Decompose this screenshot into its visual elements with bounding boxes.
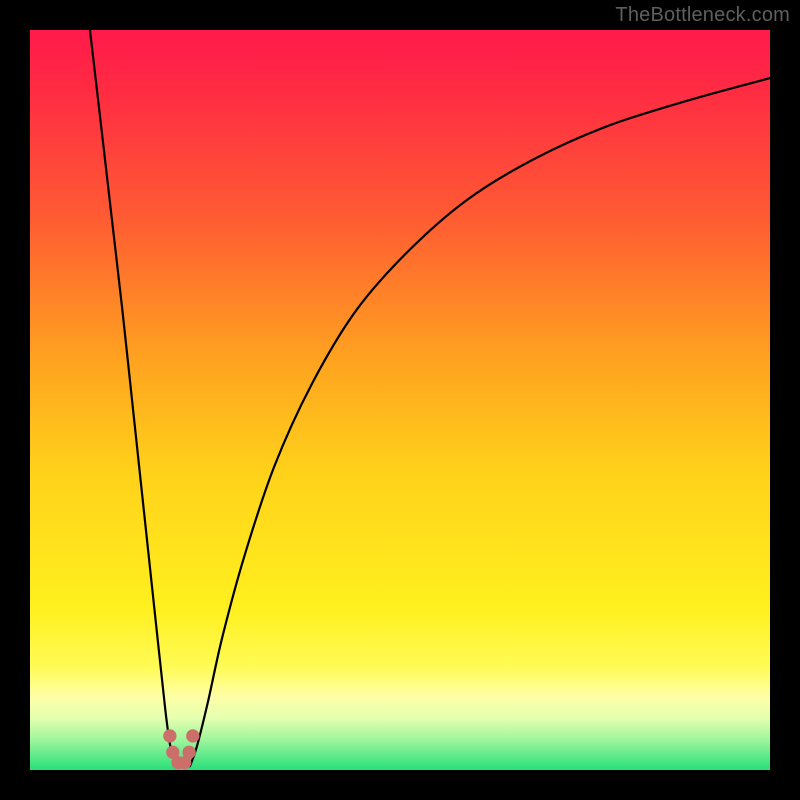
plot-background (30, 30, 770, 770)
valley-marker (186, 729, 199, 742)
chart-plot (30, 30, 770, 770)
valley-marker (163, 729, 176, 742)
watermark-text: TheBottleneck.com (615, 4, 790, 27)
valley-marker (182, 746, 195, 759)
chart-frame: TheBottleneck.com (0, 0, 800, 800)
